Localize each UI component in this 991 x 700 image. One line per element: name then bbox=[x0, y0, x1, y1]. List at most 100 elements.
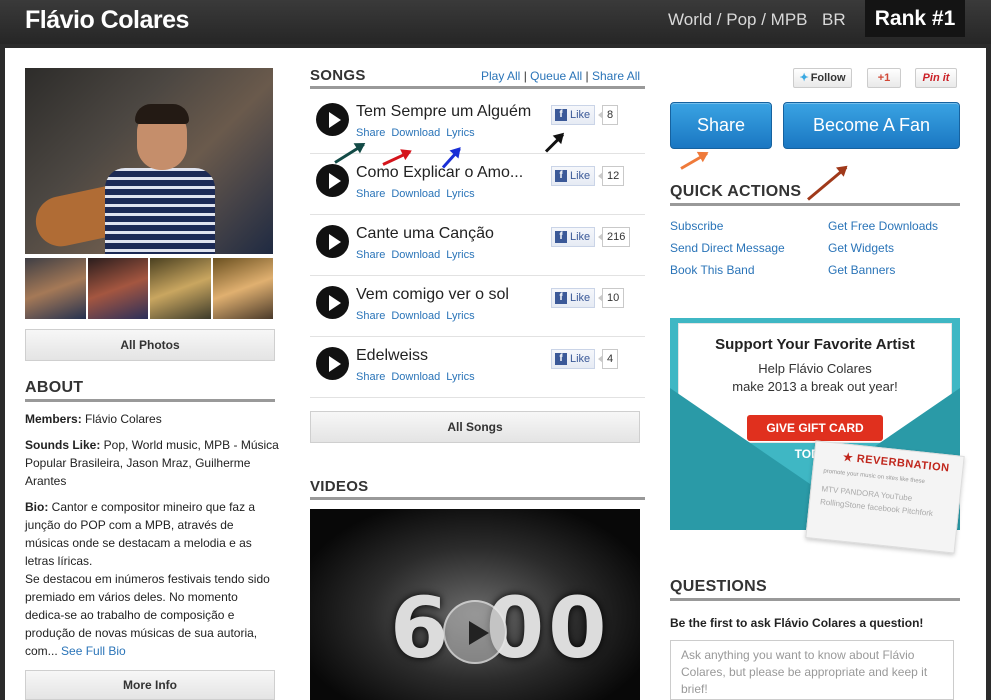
members-label: Members: bbox=[25, 412, 82, 426]
song-lyrics-link[interactable]: Lyrics bbox=[446, 188, 474, 200]
reverbnation-logo: REVERBNATION bbox=[842, 450, 950, 475]
gift-subtitle-line: make 2013 a break out year! bbox=[732, 379, 898, 394]
photo-thumbnail[interactable] bbox=[150, 258, 211, 319]
genre-label[interactable]: World / Pop / MPB bbox=[668, 10, 808, 30]
question-input[interactable]: Ask anything you want to know about Fláv… bbox=[670, 640, 954, 700]
like-count: 4 bbox=[597, 349, 619, 369]
country-label[interactable]: BR bbox=[822, 10, 846, 30]
song-lyrics-link[interactable]: Lyrics bbox=[446, 127, 474, 139]
gplus-label: +1 bbox=[877, 72, 891, 84]
facebook-like-button[interactable]: f Like bbox=[551, 349, 596, 369]
like-label: Like bbox=[570, 170, 591, 182]
pinterest-button[interactable]: Pin it bbox=[915, 68, 957, 88]
all-songs-button[interactable]: All Songs bbox=[310, 411, 640, 443]
video-player[interactable]: 6 00 bbox=[310, 509, 640, 700]
free-downloads-link[interactable]: Get Free Downloads bbox=[828, 219, 938, 233]
song-download-link[interactable]: Download bbox=[391, 188, 440, 200]
see-full-bio-link[interactable]: See Full Bio bbox=[61, 644, 126, 658]
like-label: Like bbox=[570, 109, 591, 121]
quick-actions-heading: QUICK ACTIONS bbox=[670, 183, 960, 206]
play-icon[interactable] bbox=[316, 103, 349, 136]
pinit-label: Pin it bbox=[922, 72, 950, 84]
song-lyrics-link[interactable]: Lyrics bbox=[446, 249, 474, 261]
about-section: Members: Flávio Colares Sounds Like: Pop… bbox=[25, 410, 279, 668]
play-all-link[interactable]: Play All bbox=[481, 69, 520, 83]
videos-heading: VIDEOS bbox=[310, 478, 645, 500]
google-plus-button[interactable]: +1 bbox=[867, 68, 901, 88]
bio-label: Bio: bbox=[25, 500, 49, 514]
facebook-icon: f bbox=[555, 109, 567, 121]
songs-actions: Play All | Queue All | Share All bbox=[481, 69, 640, 83]
page-content: All Photos ABOUT Members: Flávio Colares… bbox=[5, 48, 986, 700]
artist-name: Flávio Colares bbox=[25, 6, 189, 34]
play-icon[interactable] bbox=[316, 164, 349, 197]
facebook-like-button[interactable]: f Like bbox=[551, 288, 596, 308]
photo-thumbnails bbox=[25, 258, 273, 320]
song-title[interactable]: Como Explicar o Amo... bbox=[356, 164, 523, 182]
bio-line-2: Se destacou em inúmeros festivais tendo … bbox=[25, 570, 279, 660]
song-share-link[interactable]: Share bbox=[356, 371, 385, 383]
direct-message-link[interactable]: Send Direct Message bbox=[670, 241, 785, 255]
video-play-icon[interactable] bbox=[443, 600, 507, 664]
partner-logos: MTV PANDORA YouTube RollingStone faceboo… bbox=[819, 484, 934, 519]
top-bar: Flávio Colares World / Pop / MPB BR Rank… bbox=[0, 0, 991, 44]
share-button[interactable]: Share bbox=[670, 102, 772, 149]
twitter-bird-icon: ✦ bbox=[799, 72, 809, 84]
photo-thumbnail[interactable] bbox=[25, 258, 86, 319]
separator: | bbox=[582, 69, 592, 83]
song-row: Edelweiss Share Download Lyrics f Like 4 bbox=[310, 337, 645, 398]
play-icon[interactable] bbox=[316, 347, 349, 380]
shirt-shape bbox=[105, 168, 215, 254]
song-lyrics-link[interactable]: Lyrics bbox=[446, 371, 474, 383]
more-info-button[interactable]: More Info bbox=[25, 670, 275, 700]
card-caption: promote your music on sites like these bbox=[823, 468, 926, 486]
book-band-link[interactable]: Book This Band bbox=[670, 263, 755, 277]
song-share-link[interactable]: Share bbox=[356, 310, 385, 322]
facebook-like-button[interactable]: f Like bbox=[551, 105, 596, 125]
get-widgets-link[interactable]: Get Widgets bbox=[828, 241, 894, 255]
like-count: 216 bbox=[597, 227, 631, 247]
bio-value: Cantor e compositor mineiro que faz a ju… bbox=[25, 500, 256, 568]
song-share-link[interactable]: Share bbox=[356, 188, 385, 200]
song-download-link[interactable]: Download bbox=[391, 249, 440, 261]
gift-card-button[interactable]: GIVE GIFT CARD TODAY bbox=[747, 415, 883, 461]
song-lyrics-link[interactable]: Lyrics bbox=[446, 310, 474, 322]
song-download-link[interactable]: Download bbox=[391, 371, 440, 383]
twitter-follow-button[interactable]: ✦ Follow bbox=[793, 68, 852, 88]
facebook-icon: f bbox=[555, 231, 567, 243]
share-all-link[interactable]: Share All bbox=[592, 69, 640, 83]
facebook-like-button[interactable]: f Like bbox=[551, 166, 596, 186]
rank-badge[interactable]: Rank #1 bbox=[865, 0, 965, 37]
song-title[interactable]: Cante uma Canção bbox=[356, 225, 494, 243]
song-download-link[interactable]: Download bbox=[391, 127, 440, 139]
artist-main-photo[interactable] bbox=[25, 68, 273, 254]
facebook-like-button[interactable]: f Like bbox=[551, 227, 596, 247]
gift-card-image: REVERBNATION promote your music on sites… bbox=[805, 440, 965, 554]
photo-thumbnail[interactable] bbox=[87, 258, 148, 319]
like-label: Like bbox=[570, 353, 591, 365]
song-links: Share Download Lyrics bbox=[356, 249, 481, 261]
get-banners-link[interactable]: Get Banners bbox=[828, 263, 895, 277]
members-line: Members: Flávio Colares bbox=[25, 410, 279, 428]
hair-shape bbox=[135, 104, 189, 124]
gift-card-promo[interactable]: Support Your Favorite Artist Help Flávio… bbox=[670, 318, 965, 558]
become-fan-button[interactable]: Become A Fan bbox=[783, 102, 960, 149]
all-photos-button[interactable]: All Photos bbox=[25, 329, 275, 361]
song-share-link[interactable]: Share bbox=[356, 249, 385, 261]
song-title[interactable]: Tem Sempre um Alguém bbox=[356, 103, 531, 121]
play-icon[interactable] bbox=[316, 286, 349, 319]
play-icon[interactable] bbox=[316, 225, 349, 258]
song-download-link[interactable]: Download bbox=[391, 310, 440, 322]
song-row: Como Explicar o Amo... Share Download Lyri… bbox=[310, 154, 645, 215]
like-label: Like bbox=[570, 231, 591, 243]
song-title[interactable]: Edelweiss bbox=[356, 347, 428, 365]
song-links: Share Download Lyrics bbox=[356, 188, 481, 200]
song-links: Share Download Lyrics bbox=[356, 371, 481, 383]
photo-thumbnail[interactable] bbox=[212, 258, 273, 319]
about-heading: ABOUT bbox=[25, 379, 275, 402]
song-share-link[interactable]: Share bbox=[356, 127, 385, 139]
queue-all-link[interactable]: Queue All bbox=[530, 69, 582, 83]
song-row: Cante uma Canção Share Download Lyrics f Li… bbox=[310, 215, 645, 276]
song-title[interactable]: Vem comigo ver o sol bbox=[356, 286, 509, 304]
subscribe-link[interactable]: Subscribe bbox=[670, 219, 723, 233]
